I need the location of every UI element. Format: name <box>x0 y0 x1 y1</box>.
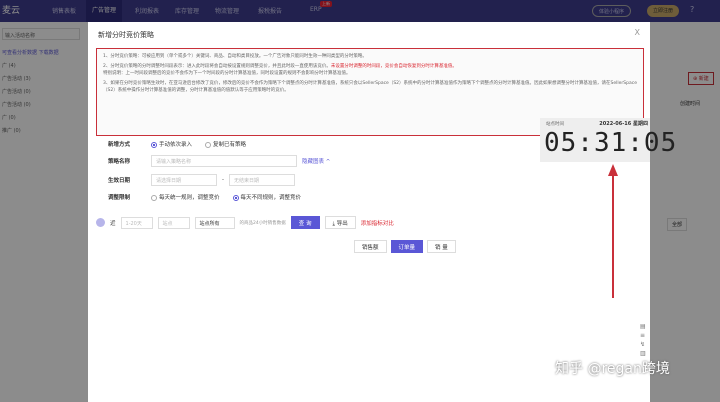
radio-different[interactable]: 每天不同规则，调整竞价 <box>232 193 301 201</box>
name-label: 策略名称 <box>108 159 131 165</box>
mode-label: 新增方式 <box>108 142 131 148</box>
days-input[interactable]: 1-20天 <box>120 216 153 229</box>
radio-manual[interactable]: 手动依次录入 <box>151 140 192 148</box>
new-strategy-modal: 新增分时竞价策略 X 1、分时竞价策略：可被应用到（单个或多个）关键词、商品、自… <box>88 22 650 402</box>
site-clock: 站点时间 2022-06-16 星期四 05:31:05 <box>540 118 676 162</box>
notice-2-note: 特别说明：上一时间段调整后的竞价不会作为下一个时间段的分时计算基准值，同时段设置… <box>103 71 351 76</box>
timezone-select[interactable]: 站点所有 <box>194 216 235 229</box>
notice-1: 1、分时竞价策略：可被应用到（单个或多个）关键词、商品、自动和类目投放。一个广告… <box>103 54 367 59</box>
strategy-name-input[interactable]: 请输入策略名称 <box>151 155 297 167</box>
query-button[interactable]: 查 询 <box>290 216 320 229</box>
adjust-label: 调整限制 <box>108 195 131 201</box>
radio-uniform[interactable]: 每天统一规则，调整竞价 <box>151 193 220 201</box>
start-date-input[interactable]: 请选择日期 <box>151 174 217 186</box>
tab-sales[interactable]: 销售额 <box>354 240 387 253</box>
chart-toolbar[interactable]: ▤ ≡ ↯ ▥ <box>640 322 646 358</box>
close-icon[interactable]: X <box>635 28 640 37</box>
clock-time: 05:31:05 <box>544 128 678 158</box>
annotation-arrow-icon <box>608 164 618 298</box>
radio-copy[interactable]: 复制已有策略 <box>205 140 246 148</box>
notice-2-red: 未设置分时调整的时间段，竞价会自动恢复到分时计算基准值。 <box>330 64 457 69</box>
clock-label: 站点时间 <box>546 122 564 127</box>
modal-title: 新增分时竞价策略 <box>98 31 154 39</box>
info-icon <box>96 218 105 227</box>
hide-chart-link[interactable]: 隐藏图表 ^ <box>302 157 330 165</box>
site-select[interactable]: 站点 <box>157 216 190 229</box>
notice-2: 2、分时竞价策略的分时调整时间段表示：进入此时段将会自动按设置规则调整竞价，并且… <box>103 64 331 69</box>
add-metric-link[interactable]: 添加指标对比 <box>361 219 394 227</box>
tab-units[interactable]: 销 量 <box>427 240 456 253</box>
watermark: 知乎 @regan跨境 <box>555 361 670 377</box>
date-label: 生效日期 <box>108 178 131 184</box>
end-date-input[interactable]: 无结束日期 <box>229 174 295 186</box>
tab-orders[interactable]: 订单量 <box>390 240 424 253</box>
near-label: 近 <box>110 220 116 227</box>
export-button[interactable]: ⤓ 导出 <box>324 216 356 229</box>
notice-3: 3、如果在分时竞价策略生效时，在亚马逊后台修改了竞价，修改后的竞价不会作为策略下… <box>103 81 637 93</box>
filter-desc: 的商品24小时销售数据 <box>239 220 286 226</box>
clock-date: 2022-06-16 星期四 <box>599 121 648 127</box>
